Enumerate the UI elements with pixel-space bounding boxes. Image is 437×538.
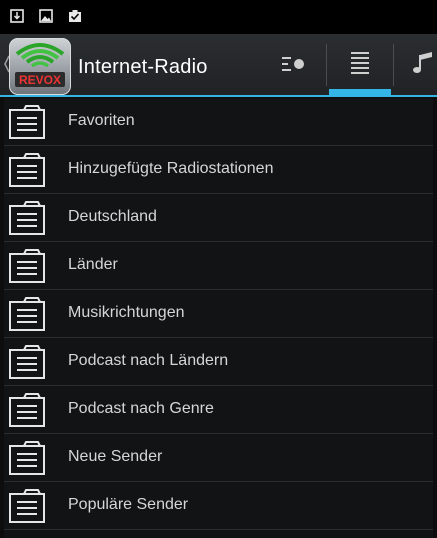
queue-icon bbox=[282, 57, 304, 71]
app-screen: REVOX Internet-Radio Favoriten Hinzugefü… bbox=[0, 0, 437, 538]
list-item-label: Neue Sender bbox=[68, 448, 163, 465]
list-item-label: Länder bbox=[68, 256, 118, 273]
category-list: Favoriten Hinzugefügte Radiostationen De… bbox=[4, 98, 433, 538]
music-note-icon bbox=[413, 52, 432, 73]
list-item-label: Hinzugefügte Radiostationen bbox=[68, 160, 274, 177]
folder-list-icon bbox=[9, 105, 45, 139]
list-item-musikrichtungen[interactable]: Musikrichtungen bbox=[4, 290, 433, 338]
radio-waves-icon: REVOX bbox=[15, 43, 65, 87]
action-bar: REVOX Internet-Radio bbox=[0, 34, 437, 95]
folder-list-icon bbox=[9, 297, 45, 331]
folder-list-icon bbox=[9, 441, 45, 475]
list-item-deutschland[interactable]: Deutschland bbox=[4, 194, 433, 242]
list-item-podcast-genre[interactable]: Podcast nach Genre bbox=[4, 386, 433, 434]
app-title: Internet-Radio bbox=[78, 56, 208, 78]
list-item-label: Podcast nach Ländern bbox=[68, 352, 229, 369]
folder-list-icon bbox=[9, 393, 45, 427]
list-icon bbox=[351, 52, 369, 74]
app-logo[interactable]: REVOX bbox=[9, 38, 71, 95]
action-divider bbox=[326, 44, 327, 86]
list-item-label: Favoriten bbox=[68, 112, 135, 129]
list-button[interactable] bbox=[329, 34, 391, 95]
list-item-label: Musikrichtungen bbox=[68, 304, 185, 321]
music-button[interactable] bbox=[394, 34, 437, 95]
clipboard-check-icon bbox=[69, 10, 81, 22]
list-item-laender[interactable]: Länder bbox=[4, 242, 433, 290]
image-icon bbox=[39, 9, 53, 23]
folder-list-icon bbox=[9, 153, 45, 187]
folder-list-icon bbox=[9, 345, 45, 379]
status-bar bbox=[0, 0, 437, 34]
download-icon bbox=[10, 9, 24, 23]
list-item-neue-sender[interactable]: Neue Sender bbox=[4, 434, 433, 482]
list-item-hinzugefuegte[interactable]: Hinzugefügte Radiostationen bbox=[4, 146, 433, 194]
list-item-label: Populäre Sender bbox=[68, 496, 189, 513]
list-item-podcast-laender[interactable]: Podcast nach Ländern bbox=[4, 338, 433, 386]
list-item-label: Podcast nach Genre bbox=[68, 400, 214, 417]
queue-button[interactable] bbox=[268, 34, 324, 95]
list-item-label: Deutschland bbox=[68, 208, 157, 225]
folder-list-icon bbox=[9, 201, 45, 235]
action-bar-underline bbox=[0, 95, 437, 97]
list-item-populaere-sender[interactable]: Populäre Sender bbox=[4, 482, 433, 530]
logo-text: REVOX bbox=[19, 73, 61, 87]
list-item-favoriten[interactable]: Favoriten bbox=[4, 98, 433, 146]
folder-list-icon bbox=[9, 249, 45, 283]
folder-list-icon bbox=[9, 489, 45, 523]
